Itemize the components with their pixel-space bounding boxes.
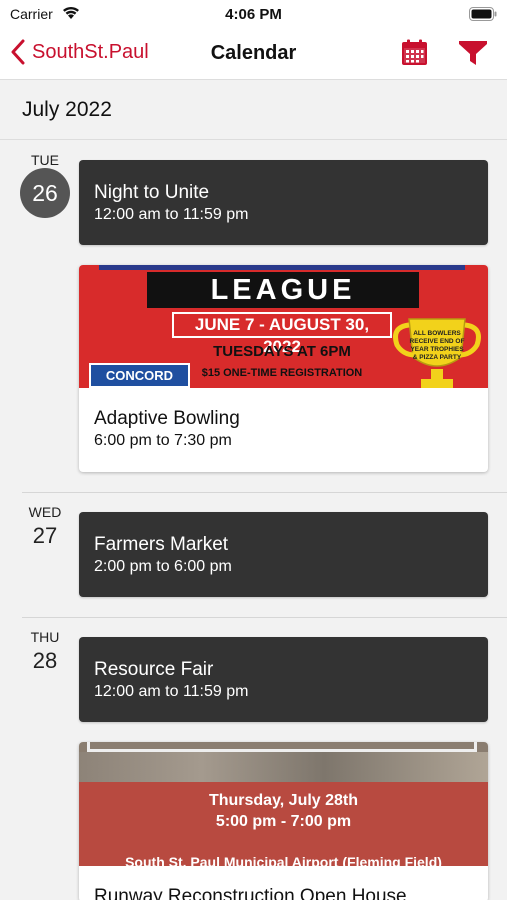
event-time: 12:00 am to 11:59 pm xyxy=(94,683,249,700)
event-title: Resource Fair xyxy=(94,659,214,680)
event-title: Farmers Market xyxy=(94,534,229,555)
month-header: July 2022 xyxy=(0,80,507,140)
month-label: July 2022 xyxy=(22,98,112,121)
weekday-label: TUE xyxy=(31,152,59,168)
back-label: SouthSt.Paul xyxy=(32,40,149,63)
navigation-bar: SouthSt.Paul Calendar xyxy=(0,28,507,80)
day-number: 27 xyxy=(32,523,58,548)
event-image: LEAGUE JUNE 7 - AUGUST 30, 2022 TUESDAYS… xyxy=(79,265,488,388)
day-divider xyxy=(22,617,507,618)
event-time: 12:00 am to 11:59 pm xyxy=(94,206,249,223)
banner-registration: $15 ONE-TIME REGISTRATION xyxy=(201,367,363,379)
aerial-photo xyxy=(79,752,488,782)
day-label: THU 28 xyxy=(20,629,70,675)
banner-stripe xyxy=(99,265,465,270)
day-section-28: THU 28 Resource Fair 12:00 am to 11:59 p… xyxy=(0,617,507,900)
event-title: Night to Unite xyxy=(94,182,210,203)
trophy-icon: ALL BOWLERS RECEIVE END OF YEAR TROPHIES… xyxy=(393,318,481,388)
back-button[interactable]: SouthSt.Paul xyxy=(10,39,149,65)
banner-date: Thursday, July 28th xyxy=(208,792,359,809)
status-bar: Carrier 4:06 PM xyxy=(0,0,507,28)
weekday-label: THU xyxy=(30,629,60,645)
day-number-today: 26 xyxy=(20,168,70,218)
event-image: Thursday, July 28th 5:00 pm - 7:00 pm So… xyxy=(79,742,488,866)
calendar-icon[interactable] xyxy=(401,39,428,66)
day-section-26: TUE 26 Night to Unite 12:00 am to 11:59 … xyxy=(0,140,507,492)
banner-place: South St. Paul Municipal Airport (Flemin… xyxy=(125,854,442,866)
svg-text:& PIZZA PARTY: & PIZZA PARTY xyxy=(413,354,462,361)
event-card-night-to-unite[interactable]: Night to Unite 12:00 am to 11:59 pm xyxy=(79,160,488,245)
banner-schedule: TUESDAYS AT 6PM xyxy=(213,343,351,360)
svg-text:RECEIVE END OF: RECEIVE END OF xyxy=(410,338,465,345)
day-section-27: WED 27 Farmers Market 2:00 pm to 6:00 pm xyxy=(0,492,507,617)
day-divider xyxy=(22,492,507,493)
banner-hours: 5:00 pm - 7:00 pm xyxy=(215,813,352,830)
event-time: 2:00 pm to 6:00 pm xyxy=(94,558,232,575)
day-number: 28 xyxy=(32,648,58,673)
battery-icon xyxy=(469,7,497,21)
event-title: Adaptive Bowling xyxy=(94,408,240,429)
day-label: WED 27 xyxy=(20,504,70,550)
svg-text:YEAR TROPHIES: YEAR TROPHIES xyxy=(410,346,464,353)
banner-frame xyxy=(87,742,477,752)
venue-logo: CONCORD LANES xyxy=(89,363,190,388)
banner-dates: JUNE 7 - AUGUST 30, 2022 xyxy=(172,312,392,356)
event-card-adaptive-bowling[interactable]: LEAGUE JUNE 7 - AUGUST 30, 2022 TUESDAYS… xyxy=(79,265,488,472)
event-card-resource-fair[interactable]: Resource Fair 12:00 am to 11:59 pm xyxy=(79,637,488,722)
event-card-farmers-market[interactable]: Farmers Market 2:00 pm to 6:00 pm xyxy=(79,512,488,597)
svg-text:ALL BOWLERS: ALL BOWLERS xyxy=(413,330,461,337)
chevron-left-icon xyxy=(11,39,25,65)
event-time: 6:00 pm to 7:30 pm xyxy=(94,432,232,449)
filter-icon[interactable] xyxy=(458,40,488,66)
event-title: Runway Reconstruction Open House xyxy=(94,886,407,900)
weekday-label: WED xyxy=(28,504,62,520)
banner-heading: LEAGUE xyxy=(147,272,419,308)
status-time: 4:06 PM xyxy=(225,6,282,23)
event-card-runway-reconstruction[interactable]: Thursday, July 28th 5:00 pm - 7:00 pm So… xyxy=(79,742,488,900)
day-label: TUE 26 xyxy=(20,152,70,218)
